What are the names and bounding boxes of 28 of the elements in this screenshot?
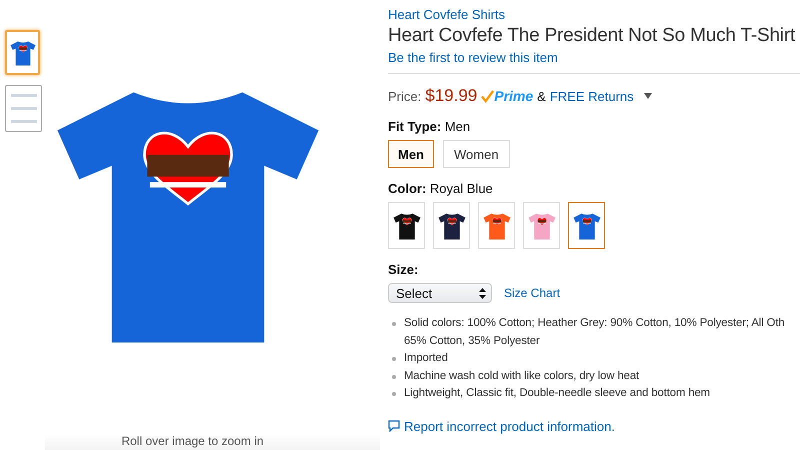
color-label: Color: Royal Blue: [388, 181, 494, 196]
ampersand: &: [537, 88, 546, 104]
review-link[interactable]: Be the first to review this item: [388, 50, 800, 65]
prime-logo: Prime: [481, 88, 534, 104]
image-thumbnail[interactable]: [5, 30, 40, 75]
report-link[interactable]: Report incorrect product information.: [388, 418, 800, 434]
feature-bullet: Solid colors: 100% Cotton; Heather Grey: 90% Cotton, 10% Polyester; All Oth 65% Cotton, 35% Polyester: [404, 316, 785, 348]
feature-bullet: Machine wash cold with like colors, dry low heat: [404, 368, 640, 384]
size-chart-link[interactable]: Size Chart: [504, 286, 560, 300]
price-label: Price:: [388, 88, 422, 104]
up-down-arrows-icon: [479, 288, 486, 298]
product-title: Heart Covfefe The President Not So Much T-Shirt: [388, 24, 796, 48]
brand-link[interactable]: Heart Covfefe Shirts: [388, 7, 800, 22]
fit-type-label: Fit Type: Men: [388, 119, 472, 134]
fit-option[interactable]: Women: [443, 140, 510, 168]
image-thumbnail[interactable]: [5, 85, 42, 132]
size-label: Size:: [388, 262, 420, 277]
feature-bullet: Imported: [404, 351, 448, 366]
price: $19.99: [425, 86, 478, 106]
zoom-hint: Roll over image to zoom in: [121, 434, 264, 448]
fit-option[interactable]: Men: [388, 140, 434, 168]
feature-bullet: Lightweight, Classic fit, Double-needle sleeve and bottom hem: [404, 386, 710, 401]
size-dropdown[interactable]: Select: [388, 283, 492, 303]
caret-icon[interactable]: [644, 93, 652, 99]
speech-bubble-icon: [388, 420, 400, 432]
free-returns-link[interactable]: FREE Returns: [550, 88, 634, 104]
t-shirt-icon: [10, 40, 36, 66]
color-swatch[interactable]: [568, 202, 605, 249]
